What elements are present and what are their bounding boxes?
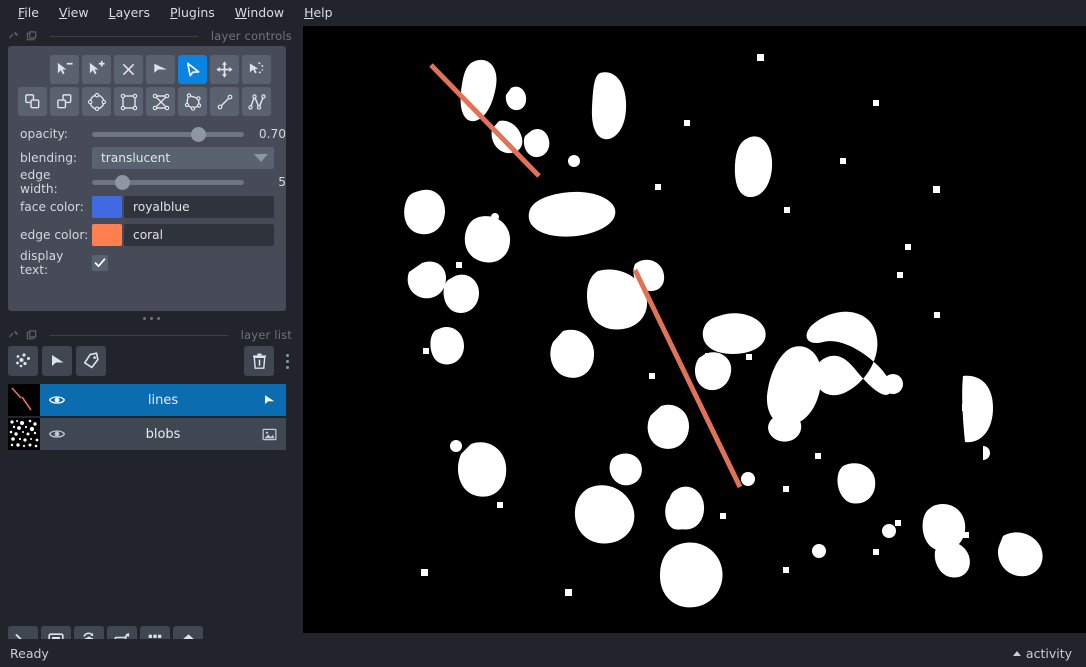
- eye-icon: [48, 396, 66, 404]
- layer-list-menu-button[interactable]: [280, 346, 294, 376]
- blending-select[interactable]: translucent: [92, 147, 274, 169]
- layer-row-blobs[interactable]: blobs: [8, 418, 286, 450]
- menu-bar: File View Layers Plugins Window Help: [0, 0, 1086, 24]
- layer-visibility-toggle-blobs[interactable]: [40, 425, 74, 443]
- layer-row-lines[interactable]: lines: [8, 384, 286, 416]
- layer-controls-title: layer controls: [210, 29, 292, 43]
- opacity-slider-track: [92, 132, 244, 137]
- select-shapes-tool[interactable]: [146, 55, 175, 84]
- new-points-layer-button[interactable]: [8, 346, 38, 376]
- direct-select-tool[interactable]: [178, 55, 207, 84]
- canvas-background: [303, 26, 1086, 633]
- layer-controls-card: opacity: 0.70 blending: translucent edge…: [8, 46, 286, 311]
- select-vertex-add-tool[interactable]: [82, 55, 111, 84]
- opacity-value: 0.70: [258, 127, 286, 141]
- divider: [50, 35, 198, 37]
- dock-close-icon[interactable]: [26, 329, 37, 341]
- display-text-label: display text:: [20, 249, 64, 277]
- blending-value: translucent: [101, 151, 171, 165]
- divider: [50, 334, 228, 336]
- display-text-row: display text:: [8, 249, 286, 277]
- float-icon[interactable]: [8, 330, 19, 341]
- status-message: Ready: [10, 645, 49, 661]
- delete-shape-tool[interactable]: [114, 55, 143, 84]
- check-icon: [94, 258, 106, 268]
- edge-width-slider-handle[interactable]: [115, 175, 130, 190]
- add-polygon-lasso-tool[interactable]: [178, 87, 207, 116]
- layer-list-dock-title: layer list: [0, 325, 302, 345]
- layer-controls-dock-title: layer controls: [0, 26, 302, 46]
- select-vertex-remove-tool[interactable]: [50, 55, 79, 84]
- edge-width-label: edge width:: [20, 168, 58, 196]
- move-to-front-tool[interactable]: [18, 87, 47, 116]
- layer-name-lines: lines: [147, 392, 179, 408]
- dock-close-icon[interactable]: [26, 30, 37, 42]
- layer-visibility-toggle-lines[interactable]: [40, 391, 74, 409]
- menu-item-help[interactable]: Help: [294, 2, 343, 23]
- pan-zoom-tool[interactable]: [210, 55, 239, 84]
- face-color-row: face color: royalblue: [8, 195, 286, 219]
- chevron-up-icon: [1012, 650, 1021, 656]
- face-color-swatch[interactable]: [92, 196, 122, 218]
- opacity-slider-handle[interactable]: [191, 127, 206, 142]
- add-polygon-tool[interactable]: [146, 87, 175, 116]
- layer-list: lines blobs: [8, 384, 286, 452]
- layer-type-icon-shapes: [252, 392, 286, 408]
- panel-resize-grip[interactable]: [0, 312, 302, 324]
- float-icon[interactable]: [8, 31, 19, 42]
- face-color-label: face color:: [20, 200, 84, 214]
- edge-width-value: 5: [278, 175, 286, 189]
- move-to-back-tool[interactable]: [50, 87, 79, 116]
- status-bar: Ready activity: [0, 639, 1086, 667]
- opacity-row: opacity: 0.70: [8, 122, 286, 146]
- edge-width-slider[interactable]: [92, 172, 244, 192]
- menu-item-window[interactable]: Window: [225, 2, 294, 23]
- shape-mode-toolbar-row-2: [18, 87, 271, 116]
- edge-color-input[interactable]: coral: [124, 224, 274, 246]
- layer-type-icon-image: [252, 426, 286, 443]
- delete-layer-button[interactable]: [244, 346, 274, 376]
- layer-list-toolbar: [8, 345, 294, 377]
- layer-thumbnail-lines: [8, 384, 40, 416]
- edge-width-row: edge width: 5: [8, 168, 286, 196]
- menu-item-view[interactable]: View: [49, 2, 99, 23]
- display-text-checkbox[interactable]: [92, 255, 108, 271]
- menu-item-plugins[interactable]: Plugins: [160, 2, 225, 23]
- opacity-label: opacity:: [20, 127, 68, 141]
- add-line-tool[interactable]: [210, 87, 239, 116]
- menu-item-layers[interactable]: Layers: [99, 2, 160, 23]
- new-shapes-layer-button[interactable]: [42, 346, 72, 376]
- layer-list-title: layer list: [240, 328, 292, 342]
- edge-color-swatch[interactable]: [92, 224, 122, 246]
- transform-tool[interactable]: [242, 55, 271, 84]
- layer-thumbnail-blobs: [8, 418, 40, 450]
- add-ellipse-tool[interactable]: [82, 87, 111, 116]
- face-color-input[interactable]: royalblue: [124, 196, 274, 218]
- eye-icon: [48, 430, 66, 438]
- add-rectangle-tool[interactable]: [114, 87, 143, 116]
- edge-color-row: edge color: coral: [8, 223, 286, 247]
- blending-row: blending: translucent: [8, 146, 286, 170]
- canvas-scene: [303, 26, 1086, 633]
- new-labels-layer-button[interactable]: [76, 346, 106, 376]
- add-path-tool[interactable]: [242, 87, 271, 116]
- blending-label: blending:: [20, 151, 78, 165]
- opacity-slider[interactable]: [92, 124, 244, 144]
- layer-name-blobs: blobs: [145, 426, 181, 442]
- edge-color-label: edge color:: [20, 228, 89, 242]
- shapes-icon: [52, 355, 64, 366]
- menu-item-file[interactable]: File: [8, 2, 49, 23]
- points-icon: [16, 353, 30, 368]
- shape-mode-toolbar-row-1: [50, 55, 271, 84]
- activity-label: activity: [1025, 645, 1072, 661]
- labels-tag-icon: [83, 352, 99, 369]
- left-dock-panel: layer controls opacity: 0.70 blending: t…: [0, 24, 302, 656]
- viewer-canvas[interactable]: [303, 26, 1086, 633]
- trash-icon: [252, 353, 266, 369]
- chevron-down-icon: [254, 154, 268, 162]
- activity-button[interactable]: activity: [1012, 645, 1072, 661]
